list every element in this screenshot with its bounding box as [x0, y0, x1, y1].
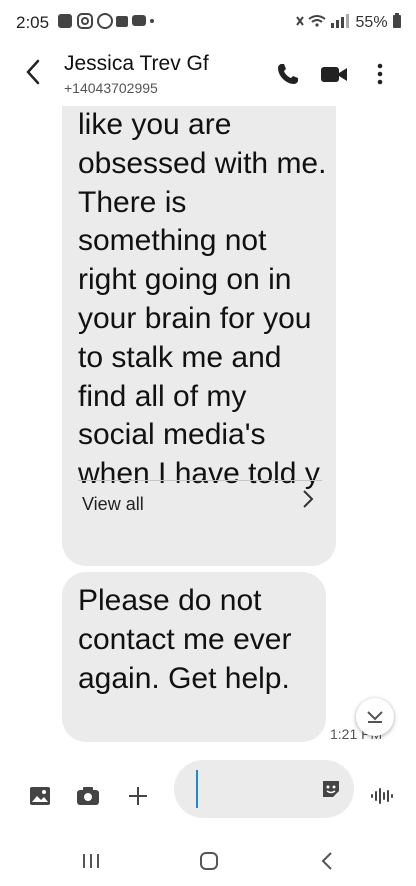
- add-attachment-button[interactable]: [126, 784, 150, 808]
- back-nav-button[interactable]: [302, 846, 352, 876]
- home-icon: [200, 852, 218, 870]
- conversation-header: Jessica Trev Gf +14043702995: [0, 46, 416, 106]
- recent-apps-icon: [83, 854, 99, 868]
- message-list[interactable]: like you are obsessed with me. There is …: [0, 106, 416, 756]
- voice-wave-icon: [371, 788, 393, 804]
- message-text: like you are obsessed with me. There is …: [78, 108, 327, 491]
- notification-icons-graphic: [58, 13, 154, 29]
- more-options-button[interactable]: [366, 60, 394, 88]
- status-bar: 2:05 55%: [0, 0, 416, 46]
- scroll-down-icon: [367, 711, 383, 723]
- sticker-icon: [323, 781, 339, 797]
- message-input[interactable]: [174, 760, 354, 818]
- message-bubble[interactable]: like you are obsessed with me. There is …: [62, 106, 336, 566]
- message-composer: [0, 756, 416, 836]
- home-button[interactable]: [184, 846, 234, 876]
- chevron-right-icon: [303, 490, 314, 508]
- video-camera-icon: [321, 67, 347, 82]
- voice-record-button[interactable]: [370, 784, 394, 808]
- video-call-button[interactable]: [320, 60, 348, 88]
- scroll-down-button[interactable]: [356, 698, 394, 736]
- camera-icon: [77, 787, 99, 805]
- contact-name[interactable]: Jessica Trev Gf: [64, 52, 209, 76]
- status-right: 55%: [295, 13, 402, 32]
- chevron-left-icon: [26, 59, 40, 85]
- message-text: Please do not contact me ever again. Get…: [78, 584, 292, 695]
- battery-text: 55%: [355, 14, 388, 31]
- back-button[interactable]: [24, 58, 44, 92]
- system-navigation-bar: [0, 836, 416, 886]
- phone-icon: [278, 64, 298, 84]
- view-all-chevron-icon[interactable]: [302, 488, 314, 516]
- gallery-button[interactable]: [28, 784, 52, 808]
- notification-icons: [58, 13, 154, 32]
- bubble-divider: [78, 480, 322, 481]
- contact-number: +14043702995: [64, 80, 158, 96]
- sticker-button[interactable]: [320, 778, 342, 800]
- battery-icon: [393, 13, 401, 28]
- image-icon: [30, 787, 50, 805]
- back-nav-icon: [321, 852, 332, 870]
- more-vertical-icon: [377, 63, 383, 85]
- message-bubble[interactable]: Please do not contact me ever again. Get…: [62, 572, 326, 742]
- plus-icon: [129, 787, 147, 805]
- call-button[interactable]: [274, 60, 302, 88]
- text-caret: [196, 770, 198, 808]
- camera-button[interactable]: [76, 784, 100, 808]
- recent-apps-button[interactable]: [66, 846, 116, 876]
- status-time: 2:05: [16, 13, 50, 32]
- signal-wifi-icons: [296, 14, 350, 28]
- view-all-link[interactable]: View all: [82, 494, 144, 515]
